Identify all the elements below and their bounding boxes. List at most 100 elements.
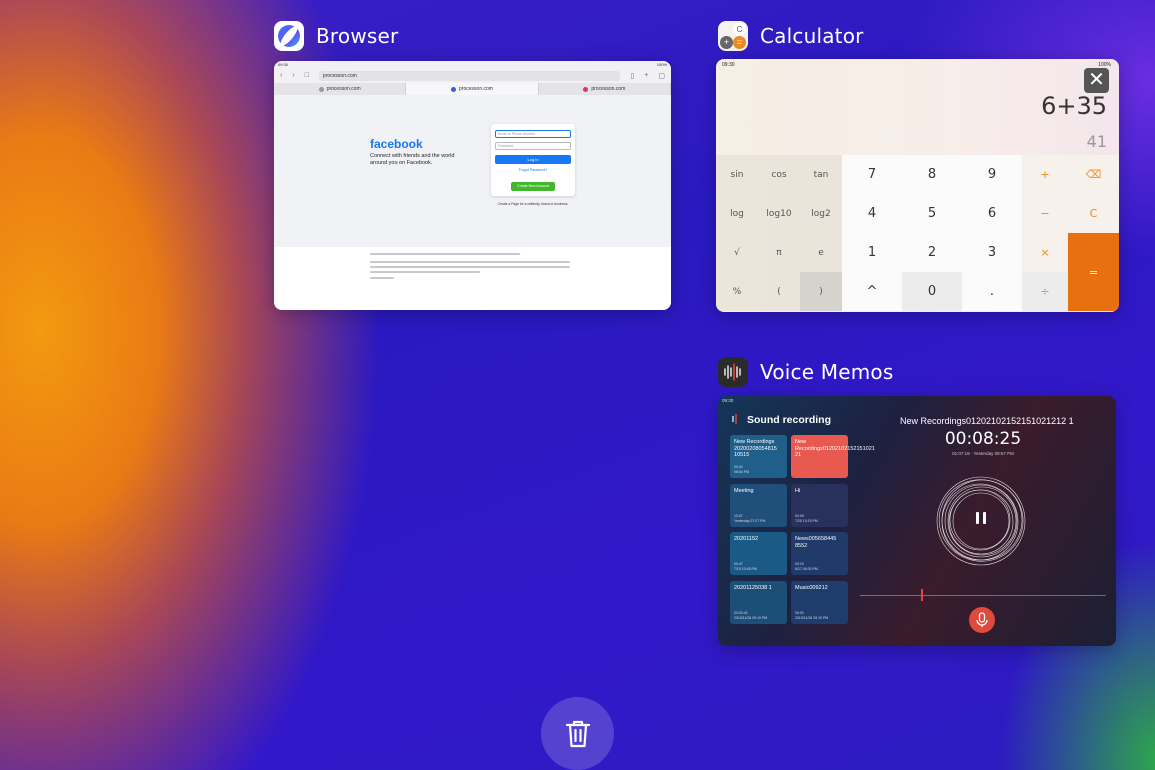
microphone-icon bbox=[976, 612, 988, 627]
calc-key: ⌫ bbox=[1068, 155, 1119, 194]
browser-tab: processon.com bbox=[539, 83, 671, 95]
recording-meta: 00:10 6/27 06:30 PM bbox=[795, 562, 818, 571]
calc-key: ÷ bbox=[1022, 272, 1068, 311]
calc-key: log bbox=[716, 194, 758, 233]
recording-meta: 00:09 7/25 10:15 PM bbox=[795, 514, 818, 523]
calc-key: 4 bbox=[842, 194, 902, 233]
voice-memos-status-bar: 09:30 bbox=[722, 398, 734, 403]
calculator-app-header[interactable]: C + = Calculator bbox=[718, 21, 864, 51]
recording-tile: Music009212 06:02 2019/11/26 09:10 PM bbox=[791, 581, 848, 624]
sound-recording-icon bbox=[732, 414, 737, 424]
browser-status-time: 09:30 bbox=[278, 62, 289, 67]
browser-toolbar: ‹ › □ processon.com ▯ + ▢ bbox=[274, 68, 671, 83]
calculator-result: 41 bbox=[1086, 132, 1107, 151]
calc-key: tan bbox=[800, 155, 842, 194]
address-bar-url: processon.com bbox=[322, 72, 357, 79]
new-tab-icon: + bbox=[644, 72, 649, 79]
browser-status-bar: 09:30 100% bbox=[274, 61, 671, 68]
calc-key: √ bbox=[716, 233, 758, 272]
tabs-icon: ▢ bbox=[658, 72, 665, 80]
calc-key: sin bbox=[716, 155, 758, 194]
recording-name: News005658445 8552 bbox=[795, 536, 837, 549]
calc-key: % bbox=[716, 272, 758, 311]
calc-key: 9 bbox=[962, 155, 1022, 194]
recording-tile: New Recordings01202102152151021 21 bbox=[791, 435, 875, 478]
browser-app-header[interactable]: Browser bbox=[274, 21, 398, 51]
progress-track bbox=[860, 595, 1106, 596]
calc-key: log10 bbox=[758, 194, 800, 233]
calc-key: = bbox=[1068, 233, 1119, 311]
voice-memos-header: Sound recording bbox=[747, 414, 831, 426]
recording-name: 20201152 bbox=[734, 536, 759, 542]
browser-app-title: Browser bbox=[316, 24, 399, 48]
calc-key: 6 bbox=[962, 194, 1022, 233]
calc-key: ^ bbox=[842, 272, 902, 311]
calculator-app-icon: C + = bbox=[718, 21, 748, 51]
close-icon[interactable]: ✕ bbox=[1084, 68, 1109, 93]
recording-tile: 20201152 00:47 7/15 10:45 PM bbox=[730, 532, 787, 575]
calc-key: 0 bbox=[902, 272, 962, 311]
calc-key: ) bbox=[800, 272, 842, 311]
recording-name: New Recordings01202102152151021 21 bbox=[795, 439, 875, 458]
calc-key: C bbox=[1068, 194, 1119, 233]
calc-key: + bbox=[1022, 155, 1068, 194]
browser-tab: processon.com bbox=[274, 83, 407, 95]
calculator-preview-card[interactable]: 09:30 100% ✕ 6+35 41 sin cos tan 7 8 9 + ⌫ log lo… bbox=[716, 59, 1119, 312]
calc-key: e bbox=[800, 233, 842, 272]
email-field: Email or Phone Number bbox=[495, 130, 571, 138]
facebook-logo: facebook bbox=[370, 137, 423, 151]
recording-tile: Meeting 10:07 Yesterday 07:27 PM bbox=[730, 484, 787, 527]
calc-key: log2 bbox=[800, 194, 842, 233]
current-recording-title: New Recordings01202102152151021212 1 bbox=[900, 416, 1074, 426]
address-bar: processon.com bbox=[318, 70, 621, 81]
calc-key: − bbox=[1022, 194, 1068, 233]
recording-name: Music009212 bbox=[795, 585, 828, 591]
password-field: Password bbox=[495, 142, 571, 150]
record-button bbox=[969, 607, 995, 633]
recording-timer: 00:08:25 bbox=[944, 429, 1022, 449]
reader-icon: □ bbox=[304, 72, 309, 79]
recording-name: Meeting bbox=[734, 488, 754, 494]
calculator-expression: 6+35 bbox=[1041, 92, 1107, 120]
recording-meta: 00:47 7/15 10:45 PM bbox=[734, 562, 757, 571]
voice-memos-preview-card[interactable]: 09:30 Sound recording New Recordings 202… bbox=[718, 396, 1116, 646]
calc-key: π bbox=[758, 233, 800, 272]
voice-memos-app-icon bbox=[718, 357, 748, 387]
browser-app-icon bbox=[274, 21, 304, 51]
back-icon: ‹ bbox=[280, 72, 283, 79]
calc-key: 1 bbox=[842, 233, 902, 272]
trash-icon bbox=[565, 720, 590, 747]
calc-key: 7 bbox=[842, 155, 902, 194]
browser-tab-strip: processon.com processon.com processon.co… bbox=[274, 83, 671, 95]
forgot-password-link: Forgot Password? bbox=[518, 168, 548, 172]
browser-status-battery: 100% bbox=[656, 62, 667, 67]
voice-memos-app-header[interactable]: Voice Memos bbox=[718, 357, 893, 387]
calc-key: cos bbox=[758, 155, 800, 194]
recording-meta: 00:02:42 2019/11/26 09:10 PM bbox=[734, 611, 768, 620]
calc-key: ( bbox=[758, 272, 800, 311]
calculator-status-bar: 09:30 100% bbox=[722, 62, 1111, 68]
recording-name: 20201125038 1 bbox=[734, 585, 772, 591]
pause-icon bbox=[976, 512, 986, 524]
recording-meta: 10:07 Yesterday 07:27 PM bbox=[734, 514, 766, 523]
browser-preview-card[interactable]: 09:30 100% ‹ › □ processon.com ▯ + ▢ pro… bbox=[274, 61, 671, 310]
forward-icon: › bbox=[292, 72, 295, 79]
recording-date: 01:07:19 · Yesterday 08:57 PM bbox=[952, 451, 1014, 456]
calculator-keypad: sin cos tan 7 8 9 + ⌫ log log10 log2 4 5 6− C √ π e 1 2 3 × =%… bbox=[716, 155, 1119, 312]
recording-tile: New Recordings 20200208054815 10515 00:42… bbox=[730, 435, 787, 478]
facebook-tagline: Connect with friends and the world aroun… bbox=[370, 153, 455, 166]
facebook-footer bbox=[274, 247, 671, 310]
bookmarks-icon: ▯ bbox=[630, 72, 635, 80]
login-button: Log In bbox=[495, 155, 571, 164]
create-page-note: Create a Page for a celebrity, brand or … bbox=[497, 202, 569, 206]
calc-key: 5 bbox=[902, 194, 962, 233]
recording-meta: 00:42 08:54 PM bbox=[734, 465, 749, 474]
clear-all-button[interactable] bbox=[541, 697, 614, 770]
browser-tab: processon.com bbox=[406, 83, 539, 95]
recording-meta: 06:02 2019/11/26 09:10 PM bbox=[795, 611, 829, 620]
recording-tile: Hi 00:09 7/25 10:15 PM bbox=[791, 484, 848, 527]
recording-tile: News005658445 8552 00:10 6/27 06:30 PM bbox=[791, 532, 848, 575]
calc-key: 8 bbox=[902, 155, 962, 194]
create-account-button: Create New Account bbox=[511, 182, 555, 191]
calc-key: 2 bbox=[902, 233, 962, 272]
